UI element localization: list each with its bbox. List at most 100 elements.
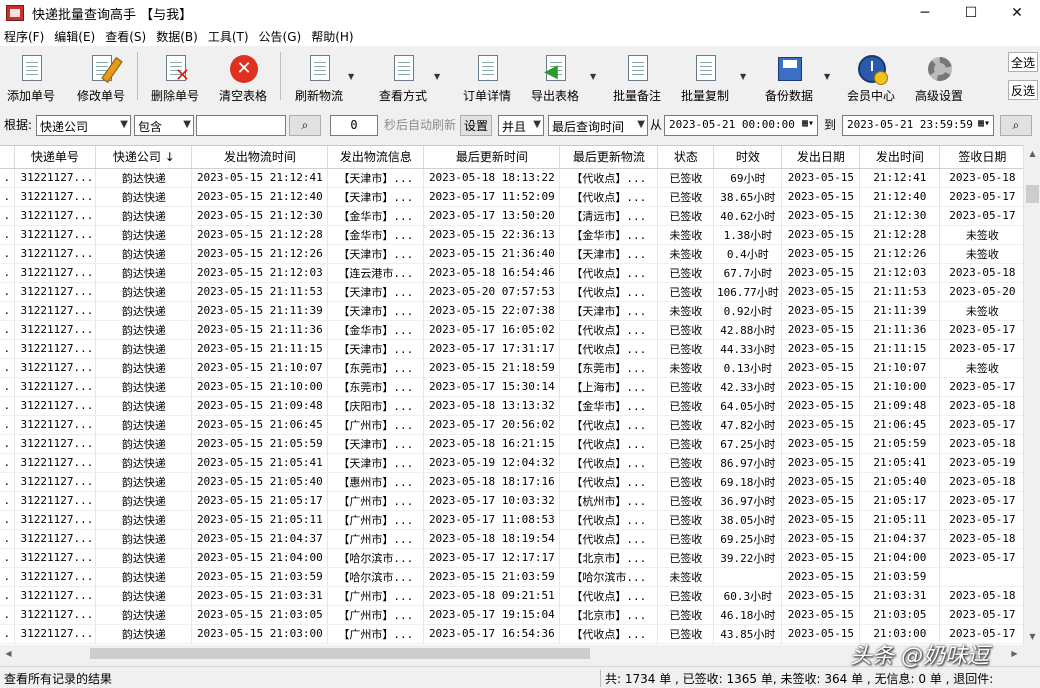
table-row[interactable]: . 31221127... 韵达快递 2023-05-15 21:12:40 【天津市】… <box>0 187 1026 207</box>
row-indicator[interactable]: . <box>0 491 15 511</box>
clear-table-button[interactable]: ✕ 清空表格 <box>216 48 270 104</box>
table-row[interactable]: . 31221127... 韵达快递 2023-05-15 21:05:11 【广州市】… <box>0 510 1026 530</box>
close-button[interactable]: ✕ <box>994 0 1040 26</box>
table-row[interactable]: . 31221127... 韵达快递 2023-05-15 21:12:26 【天津市】… <box>0 244 1026 264</box>
view-mode-button[interactable]: 查看方式 <box>376 48 430 104</box>
interval-set-button[interactable]: 设置 <box>460 115 492 136</box>
column-header-last-update-info[interactable]: 最后更新物流 <box>559 146 659 169</box>
edit-number-button[interactable]: 修改单号 <box>74 48 128 104</box>
column-header-ship-date[interactable]: 发出日期 <box>781 146 861 169</box>
search-button[interactable]: ⌕ <box>289 115 321 136</box>
column-header-tracking-no[interactable]: 快递单号 <box>14 146 97 169</box>
scroll-down-icon[interactable]: ▼ <box>1024 628 1040 645</box>
table-row[interactable]: . 31221127... 韵达快递 2023-05-15 21:04:37 【广州市】… <box>0 529 1026 549</box>
table-row[interactable]: . 31221127... 韵达快递 2023-05-15 21:10:00 【东莞市】… <box>0 377 1026 397</box>
table-row[interactable]: . 31221127... 韵达快递 2023-05-15 21:03:05 【广州市】… <box>0 605 1026 625</box>
minimize-button[interactable]: ─ <box>902 0 948 26</box>
horizontal-scroll-thumb[interactable] <box>90 648 590 659</box>
filter-match-select[interactable]: 包含 ▼ <box>134 115 194 136</box>
date-from-picker[interactable]: 2023-05-21 00:00:00 ▦▾ <box>664 115 818 136</box>
column-header-status[interactable]: 状态 <box>657 146 715 169</box>
table-row[interactable]: . 31221127... 韵达快递 2023-05-15 21:05:59 【天津市】… <box>0 434 1026 454</box>
row-indicator[interactable]: . <box>0 567 15 587</box>
add-number-button[interactable]: 添加单号 <box>4 48 58 104</box>
column-header-last-update-time[interactable]: 最后更新时间 <box>423 146 561 169</box>
advanced-settings-button[interactable]: 高级设置 <box>912 48 966 104</box>
delete-number-button[interactable]: ✕ 删除单号 <box>148 48 202 104</box>
table-row[interactable]: . 31221127... 韵达快递 2023-05-15 21:12:30 【金华市】… <box>0 206 1026 226</box>
table-row[interactable]: . 31221127... 韵达快递 2023-05-15 21:10:07 【东莞市】… <box>0 358 1026 378</box>
copy-dropdown-icon[interactable]: ▼ <box>740 72 746 81</box>
row-indicator[interactable]: . <box>0 605 15 625</box>
scroll-up-icon[interactable]: ▲ <box>1024 145 1040 162</box>
table-row[interactable]: . 31221127... 韵达快递 2023-05-15 21:12:41 【天津市】… <box>0 168 1026 188</box>
row-indicator[interactable]: . <box>0 415 15 435</box>
row-indicator[interactable]: . <box>0 301 15 321</box>
row-indicator[interactable]: . <box>0 282 15 302</box>
member-center-button[interactable]: 会员中心 <box>844 48 898 104</box>
batch-note-button[interactable]: 批量备注 <box>610 48 664 104</box>
table-row[interactable]: . 31221127... 韵达快递 2023-05-15 21:11:15 【天津市】… <box>0 339 1026 359</box>
order-detail-button[interactable]: 订单详情 <box>460 48 514 104</box>
results-table[interactable]: 快递单号 快递公司 ↓ 发出物流时间 发出物流信息 最后更新时间 最后更新物流 状态 时效 发出… <box>0 145 1040 645</box>
filter-logic-select[interactable]: 并且 ▼ <box>498 115 544 136</box>
table-row[interactable]: . 31221127... 韵达快递 2023-05-15 21:06:45 【广州市】… <box>0 415 1026 435</box>
scroll-right-icon[interactable]: ▶ <box>1006 645 1023 662</box>
table-row[interactable]: . 31221127... 韵达快递 2023-05-15 21:12:28 【金华市】… <box>0 225 1026 245</box>
backup-dropdown-icon[interactable]: ▼ <box>824 72 830 81</box>
row-indicator[interactable]: . <box>0 396 15 416</box>
time-field-select[interactable]: 最后查询时间 ▼ <box>548 115 648 136</box>
menu-program[interactable]: 程序(F) <box>4 28 44 45</box>
row-indicator[interactable]: . <box>0 320 15 340</box>
column-header-ship-clock[interactable]: 发出时间 <box>859 146 941 169</box>
column-header-sign-date[interactable]: 签收日期 <box>939 146 1026 169</box>
filter-field-select[interactable]: 快递公司 ▼ <box>36 115 131 136</box>
row-indicator[interactable]: . <box>0 377 15 397</box>
row-indicator[interactable]: . <box>0 225 15 245</box>
row-indicator[interactable]: . <box>0 586 15 606</box>
menu-view[interactable]: 查看(S) <box>105 28 146 45</box>
refresh-logistics-button[interactable]: 刷新物流 <box>292 48 346 104</box>
vertical-scroll-thumb[interactable] <box>1026 185 1039 203</box>
select-all-button[interactable]: 全选 <box>1008 52 1038 72</box>
table-row[interactable]: . 31221127... 韵达快递 2023-05-15 21:05:40 【惠州市】… <box>0 472 1026 492</box>
table-row[interactable]: . 31221127... 韵达快递 2023-05-15 21:11:36 【金华市】… <box>0 320 1026 340</box>
invert-selection-button[interactable]: 反选 <box>1008 80 1038 100</box>
table-row[interactable]: . 31221127... 韵达快递 2023-05-15 21:05:41 【天津市】… <box>0 453 1026 473</box>
export-dropdown-icon[interactable]: ▼ <box>590 72 596 81</box>
row-indicator[interactable]: . <box>0 548 15 568</box>
menu-tools[interactable]: 工具(T) <box>208 28 249 45</box>
column-header-courier[interactable]: 快递公司 ↓ <box>95 146 193 169</box>
row-indicator[interactable]: . <box>0 263 15 283</box>
table-row[interactable]: . 31221127... 韵达快递 2023-05-15 21:03:59 【哈尔滨市… <box>0 567 1026 587</box>
table-row[interactable]: . 31221127... 韵达快递 2023-05-15 21:11:53 【天津市】… <box>0 282 1026 302</box>
batch-copy-button[interactable]: 批量复制 <box>678 48 732 104</box>
maximize-button[interactable]: ☐ <box>948 0 994 26</box>
row-indicator[interactable]: . <box>0 510 15 530</box>
column-header-ship-time[interactable]: 发出物流时间 <box>191 146 329 169</box>
row-indicator[interactable]: . <box>0 168 15 188</box>
export-table-button[interactable]: ◀ 导出表格 <box>528 48 582 104</box>
column-header-ship-info[interactable]: 发出物流信息 <box>327 146 425 169</box>
menu-help[interactable]: 帮助(H) <box>311 28 353 45</box>
view-mode-dropdown-icon[interactable]: ▼ <box>434 72 440 81</box>
row-indicator[interactable]: . <box>0 244 15 264</box>
table-row[interactable]: . 31221127... 韵达快递 2023-05-15 21:05:17 【广州市】… <box>0 491 1026 511</box>
row-indicator[interactable]: . <box>0 624 15 644</box>
row-indicator[interactable]: . <box>0 453 15 473</box>
table-row[interactable]: . 31221127... 韵达快递 2023-05-15 21:11:39 【天津市】… <box>0 301 1026 321</box>
column-header-duration[interactable]: 时效 <box>713 146 783 169</box>
date-search-button[interactable]: ⌕ <box>1000 115 1032 136</box>
table-row[interactable]: . 31221127... 韵达快递 2023-05-15 21:09:48 【庆阳市】… <box>0 396 1026 416</box>
menu-notice[interactable]: 公告(G) <box>259 28 302 45</box>
menu-edit[interactable]: 编辑(E) <box>54 28 95 45</box>
row-indicator[interactable]: . <box>0 187 15 207</box>
refresh-interval-input[interactable]: 0 <box>330 115 378 136</box>
backup-data-button[interactable]: 备份数据 <box>762 48 816 104</box>
table-row[interactable]: . 31221127... 韵达快递 2023-05-15 21:03:31 【广州市】… <box>0 586 1026 606</box>
row-indicator[interactable]: . <box>0 358 15 378</box>
row-indicator[interactable]: . <box>0 339 15 359</box>
row-indicator[interactable]: . <box>0 206 15 226</box>
scroll-left-icon[interactable]: ◀ <box>0 645 17 662</box>
menu-data[interactable]: 数据(B) <box>156 28 198 45</box>
